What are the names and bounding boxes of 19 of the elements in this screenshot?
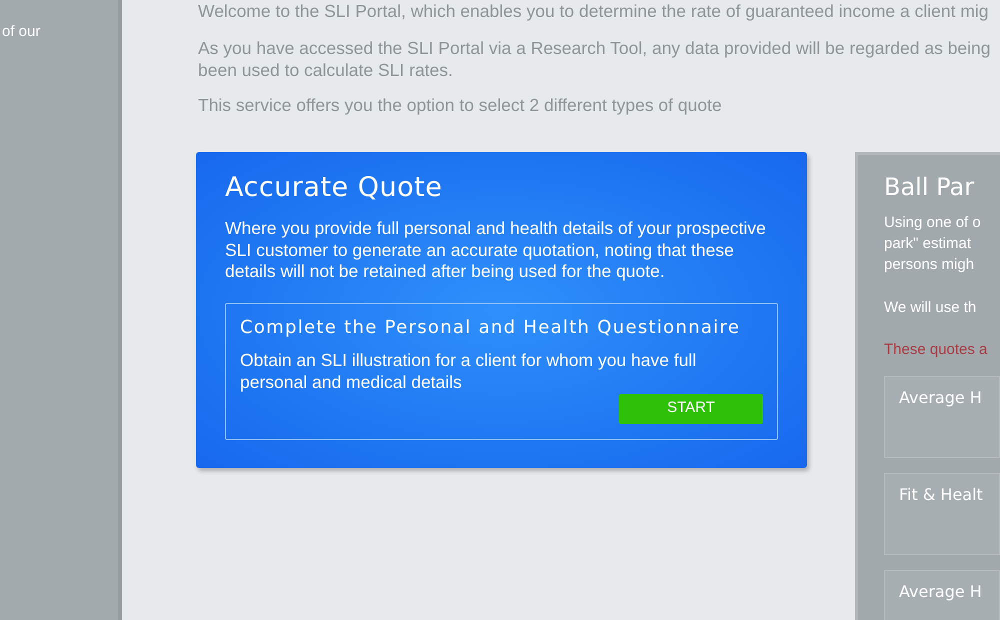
card-title: Accurate Quote	[225, 171, 444, 205]
intro-text: This service offers you the option to select 2 different types of quote	[198, 94, 722, 116]
option-title: Average H	[899, 388, 982, 407]
panel-note: We will use th	[884, 298, 976, 318]
intro-text: Welcome to the SLI Portal, which enables you to determine the rate of guaranteed income a client mig	[198, 0, 989, 22]
panel-text: persons migh	[884, 255, 974, 275]
option-title: Fit & Healt	[899, 485, 983, 504]
option-title: Average H	[899, 582, 982, 601]
card-description: Where you provide full personal and health details of your prospective SLI customer to generate an accurate quotation, noting that these details will not be retained after being used for the quote.	[225, 218, 767, 282]
panel-text: park" estimat	[884, 234, 972, 254]
start-button[interactable]: START	[619, 394, 763, 424]
intro-text: been used to calculate SLI rates.	[198, 59, 453, 81]
panel-title: Ball Par	[884, 172, 974, 203]
panel-text: Using one of o	[884, 213, 981, 233]
questionnaire-title: Complete the Personal and Health Questionnaire	[240, 316, 742, 340]
questionnaire-description: Obtain an SLI illustration for a client for whom you have full personal and medical details	[240, 348, 698, 392]
sidebar-text: of our	[2, 23, 40, 40]
panel-warning: These quotes a	[884, 340, 988, 360]
intro-text: As you have accessed the SLI Portal via a Research Tool, any data provided will be regarded as being	[198, 37, 991, 59]
